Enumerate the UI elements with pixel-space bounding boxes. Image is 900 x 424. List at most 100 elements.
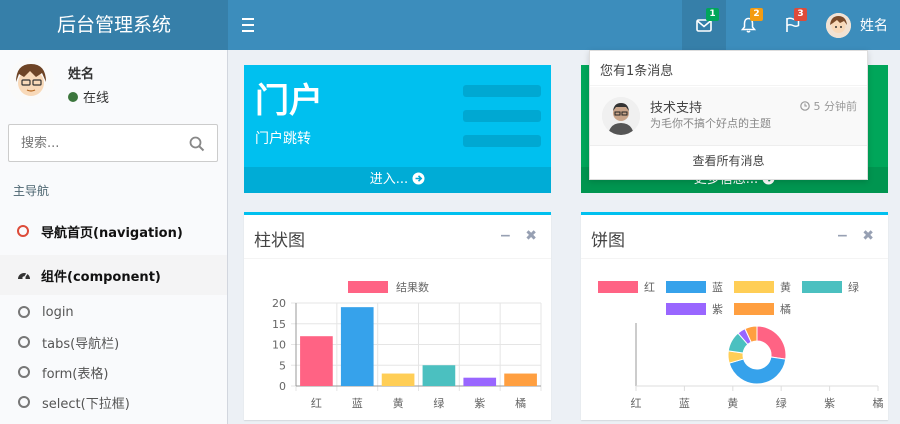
x-tick-label: 紫 (474, 397, 485, 410)
legend-label: 红 (644, 281, 655, 294)
portal-card: 门户 门户跳转 进入... (244, 65, 551, 193)
bar-box-tools: − ✖ (500, 229, 537, 243)
legend-label: 结果数 (396, 281, 429, 294)
bar (422, 365, 456, 386)
circle-icon (18, 366, 30, 378)
user-avatar (826, 12, 851, 38)
see-all-messages-link[interactable]: 查看所有消息 (590, 145, 867, 179)
message-avatar (602, 97, 640, 135)
sidebar-toggle-icon[interactable] (240, 14, 260, 36)
legend-swatch (348, 281, 388, 293)
sidebar-item-label: login (42, 304, 74, 320)
legend-swatch (666, 303, 706, 315)
pie-chart-box: 饼图 − ✖ 红蓝黄绿紫橘红蓝黄绿紫橘 (581, 212, 888, 420)
search-icon[interactable] (189, 136, 205, 152)
bar (340, 307, 374, 386)
online-dot-icon (68, 91, 78, 102)
sidebar-item-label: select(下拉框) (42, 396, 130, 412)
search-input[interactable] (9, 125, 179, 161)
legend-swatch (734, 281, 774, 293)
circle-icon (17, 225, 29, 237)
x-tick-label: 黄 (393, 396, 404, 410)
portal-enter-link[interactable]: 进入... (244, 167, 551, 193)
legend-label: 蓝 (712, 281, 723, 294)
notifications-button[interactable]: 2 (726, 0, 770, 50)
notifications-badge: 2 (750, 8, 763, 21)
pie-box-tools: − ✖ (837, 229, 874, 243)
sidebar-item-label: tabs(导航栏) (42, 336, 120, 352)
legend-swatch (734, 303, 774, 315)
portal-decor-icon (463, 85, 541, 160)
header-user-name: 姓名 (860, 18, 888, 34)
legend-swatch (666, 281, 706, 293)
user-panel: 姓名 在线 (0, 50, 228, 115)
legend-swatch (802, 281, 842, 293)
x-tick-label: 黄 (727, 396, 738, 410)
bar (504, 373, 537, 386)
bar-box-title: 柱状图 (254, 231, 305, 251)
sidebar-user-name: 姓名 (68, 67, 95, 82)
y-tick-label: 5 (279, 359, 286, 372)
pie-box-title: 饼图 (591, 231, 625, 251)
sidebar-item-form[interactable]: form(表格) (0, 357, 227, 387)
messages-button[interactable]: 1 (682, 0, 726, 50)
message-sender: 技术支持 (650, 101, 703, 116)
close-icon[interactable]: ✖ (862, 229, 874, 243)
bar-box-header: 柱状图 − ✖ (244, 215, 551, 259)
user-menu[interactable]: 姓名 (814, 0, 900, 50)
sidebar-item-login[interactable]: login (0, 297, 227, 327)
x-tick-label: 橘 (873, 397, 884, 410)
bar (463, 377, 497, 386)
sidebar-item-select[interactable]: select(下拉框) (0, 387, 227, 417)
x-tick-label: 红 (311, 397, 322, 410)
user-status-text: 在线 (83, 91, 110, 106)
message-item[interactable]: 技术支持 5 分钟前 为毛你不搞个好点的主题 (590, 87, 867, 146)
sidebar-item-label: form(表格) (42, 366, 109, 382)
x-tick-label: 绿 (776, 396, 787, 410)
x-tick-label: 橘 (515, 397, 526, 410)
pie-box-header: 饼图 − ✖ (581, 215, 888, 259)
sidebar: 姓名 在线 主导航 导航首页(navigation) 组件(component)… (0, 50, 228, 424)
messages-dropdown: 您有1条消息 技术支持 5 分钟前 为毛你不搞个好点的主题 查看所有消息 (589, 50, 868, 180)
app-logo[interactable]: 后台管理系统 (0, 0, 228, 50)
circle-icon (18, 306, 30, 318)
header-nav: 1 2 3 姓名 (682, 0, 900, 50)
x-tick-label: 紫 (824, 397, 835, 410)
circle-icon (18, 336, 30, 348)
sidebar-item-label: 组件(component) (41, 269, 161, 285)
tasks-button[interactable]: 3 (770, 0, 814, 50)
bar (300, 336, 333, 386)
sidebar-item-component[interactable]: 组件(component) (0, 255, 227, 295)
x-tick-label: 蓝 (352, 397, 363, 410)
legend-swatch (598, 281, 638, 293)
nav-header: 主导航 (13, 184, 50, 198)
x-tick-label: 蓝 (679, 397, 690, 410)
clock-icon (799, 101, 810, 111)
pie-slice (756, 325, 787, 360)
sidebar-item-tabs[interactable]: tabs(导航栏) (0, 327, 227, 357)
sidebar-item-navigation[interactable]: 导航首页(navigation) (0, 216, 227, 246)
arrow-circle-right-icon (412, 172, 425, 185)
message-body: 为毛你不搞个好点的主题 (650, 117, 771, 130)
sidebar-search (8, 124, 218, 162)
message-time: 5 分钟前 (799, 98, 857, 114)
top-header: 后台管理系统 1 2 3 姓名 (0, 0, 900, 50)
messages-badge: 1 (706, 8, 719, 21)
portal-title: 门户 (255, 81, 323, 121)
bar-chart: 结果数 0 5 10 15 20 红 蓝 黄 绿 紫 橘 (272, 281, 542, 410)
portal-footer-label: 进入... (369, 172, 409, 187)
user-status: 在线 (68, 87, 109, 106)
circle-icon (18, 396, 30, 408)
y-tick-label: 20 (272, 297, 286, 310)
legend-label: 橘 (780, 303, 791, 316)
y-tick-label: 10 (272, 339, 286, 352)
portal-subtitle: 门户跳转 (255, 131, 311, 147)
dashboard-icon (18, 273, 30, 280)
minimize-icon[interactable]: − (500, 229, 512, 243)
sidebar-avatar (8, 58, 54, 104)
bar-chart-box: 柱状图 − ✖ 结果数 0 5 10 15 20 红 蓝 黄 绿 紫 橘 (244, 212, 551, 420)
close-icon[interactable]: ✖ (525, 229, 537, 243)
minimize-icon[interactable]: − (837, 229, 849, 243)
y-tick-label: 15 (272, 318, 286, 331)
legend-label: 绿 (848, 280, 859, 294)
